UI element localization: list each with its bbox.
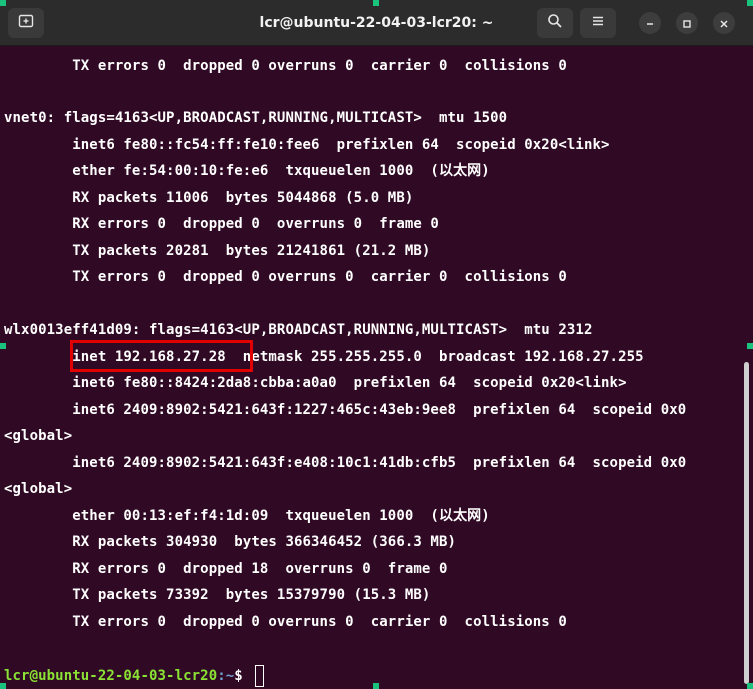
resize-handle-top-right[interactable] [747, 0, 753, 6]
menu-button[interactable] [580, 8, 616, 38]
terminal-line: TX packets 20281 bytes 21241861 (21.2 MB… [4, 243, 431, 259]
prompt-path: :~ [217, 668, 235, 684]
resize-handle-top-left[interactable] [0, 0, 6, 6]
terminal-line: RX packets 11006 bytes 5044868 (5.0 MB) [4, 190, 414, 206]
terminal-line: ether fe:54:00:10:fe:e6 txqueuelen 1000 … [4, 163, 490, 179]
resize-handle-right[interactable] [747, 343, 753, 349]
new-tab-button[interactable] [8, 8, 44, 38]
close-button[interactable] [713, 12, 735, 34]
title-bar: lcr@ubuntu-22-04-03-lcr20: ~ [0, 0, 753, 46]
maximize-button[interactable] [676, 12, 698, 34]
inet-highlight-box [70, 340, 253, 372]
resize-handle-bottom[interactable] [373, 683, 379, 689]
terminal-line: TX packets 73392 bytes 15379790 (15.3 MB… [4, 587, 431, 603]
prompt-symbol: $ [234, 668, 252, 684]
terminal-output[interactable]: TX errors 0 dropped 0 overruns 0 carrier… [0, 46, 740, 689]
terminal-line: RX errors 0 dropped 0 overruns 0 frame 0 [4, 216, 439, 232]
minimize-icon [645, 14, 655, 33]
terminal-line: ether 00:13:ef:f4:1d:09 txqueuelen 1000 … [4, 508, 490, 524]
new-tab-icon [18, 13, 34, 33]
terminal-line: inet6 fe80::8424:2da8:cbba:a0a0 prefixle… [4, 375, 627, 391]
search-icon [547, 13, 563, 33]
terminal-line: TX errors 0 dropped 0 overruns 0 carrier… [4, 58, 567, 74]
resize-handle-top[interactable] [373, 0, 379, 6]
terminal-line: <global> [4, 481, 73, 497]
terminal-line: <global> [4, 428, 73, 444]
terminal-line: inet6 fe80::fc54:ff:fe10:fee6 prefixlen … [4, 137, 610, 153]
terminal-line: vnet0: flags=4163<UP,BROADCAST,RUNNING,M… [4, 110, 508, 126]
shell-prompt[interactable]: lcr@ubuntu-22-04-03-lcr20:~$ [4, 663, 265, 689]
text-cursor [255, 665, 265, 687]
terminal-line: inet6 2409:8902:5421:643f:1227:465c:43eb… [4, 402, 687, 418]
terminal-line: inet6 2409:8902:5421:643f:e408:10c1:41db… [4, 455, 687, 471]
resize-handle-bottom-left[interactable] [0, 683, 6, 689]
maximize-icon [682, 14, 692, 33]
hamburger-menu-icon [590, 13, 606, 33]
terminal-line: RX errors 0 dropped 18 overruns 0 frame … [4, 561, 448, 577]
minimize-button[interactable] [639, 12, 661, 34]
terminal-line: TX errors 0 dropped 0 overruns 0 carrier… [4, 269, 567, 285]
resize-handle-left[interactable] [0, 343, 6, 349]
close-icon [719, 14, 729, 33]
terminal-line: TX errors 0 dropped 0 overruns 0 carrier… [4, 614, 567, 630]
prompt-user: lcr@ubuntu-22-04-03-lcr20 [4, 668, 218, 684]
resize-handle-bottom-right[interactable] [747, 683, 753, 689]
scrollbar[interactable] [744, 362, 749, 684]
terminal-line: RX packets 304930 bytes 366346452 (366.3… [4, 534, 457, 550]
search-button[interactable] [537, 8, 573, 38]
